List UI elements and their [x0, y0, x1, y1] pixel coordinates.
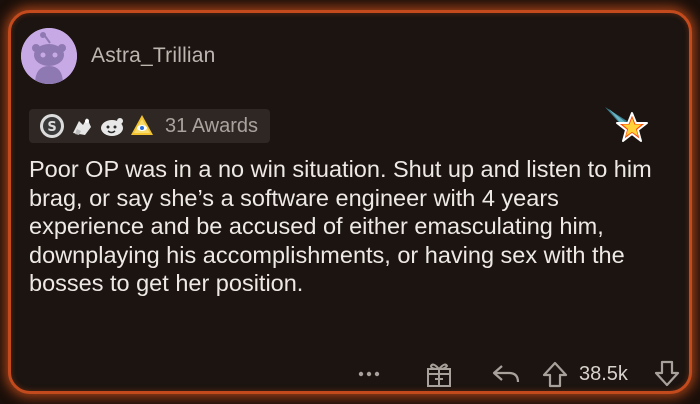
- downvote-arrow-icon: [654, 360, 680, 387]
- svg-text:S: S: [47, 120, 56, 135]
- downvote-button[interactable]: [653, 359, 681, 389]
- comment-card: Astra_Trillian S 31 Awards Poor OP was i…: [8, 10, 692, 394]
- upvote-arrow-icon: [542, 361, 568, 388]
- more-dots-icon: [358, 371, 380, 377]
- comment-body: Poor OP was in a no win situation. Shut …: [29, 156, 652, 296]
- awards-bar[interactable]: S 31 Awards: [29, 109, 271, 143]
- awards-count: 31 Awards: [165, 114, 259, 137]
- reply-arrow-icon: [492, 365, 520, 383]
- user-avatar[interactable]: [21, 28, 77, 84]
- more-options-button[interactable]: [351, 359, 387, 389]
- upvote-button[interactable]: [541, 359, 569, 389]
- reply-button[interactable]: [491, 359, 521, 389]
- username[interactable]: Astra_Trillian: [91, 44, 216, 68]
- vote-score: 38.5k: [579, 363, 628, 385]
- snoo-avatar-icon: [21, 28, 77, 84]
- shooting-star-award-icon: [605, 107, 648, 142]
- all-seeing-upvote-icon: [131, 115, 153, 135]
- comment-actions: 38.5k: [351, 359, 687, 389]
- gift-icon: [427, 363, 451, 387]
- helpful-award-icon: [73, 118, 91, 135]
- give-award-button[interactable]: [425, 359, 453, 389]
- wholesome-award-icon: [101, 118, 123, 136]
- silver-award-icon: S: [40, 114, 64, 138]
